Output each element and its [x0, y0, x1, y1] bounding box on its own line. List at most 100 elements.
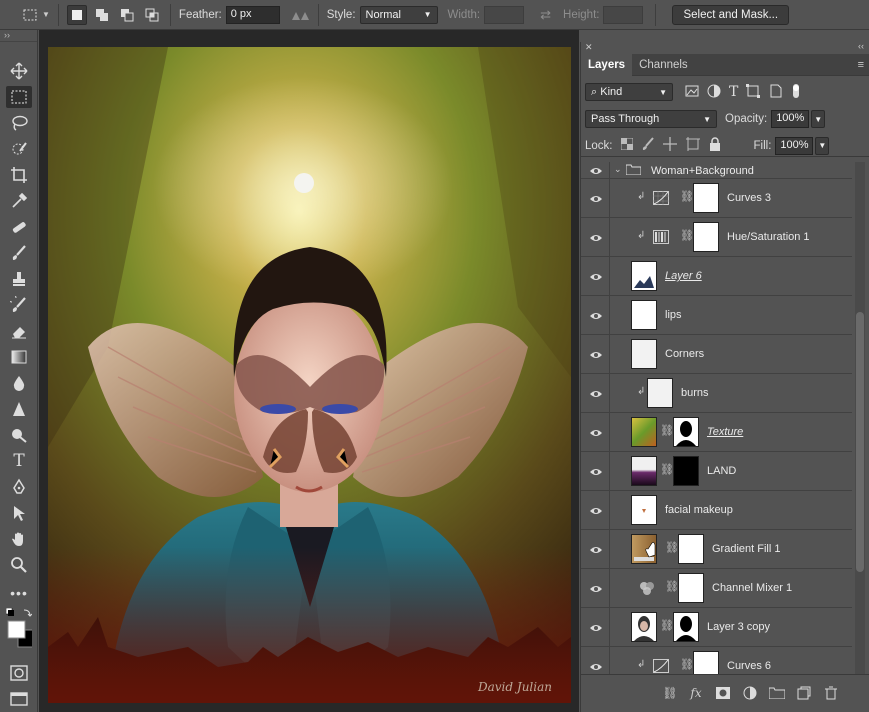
lock-position-icon[interactable] — [662, 137, 677, 154]
layers-scrollbar[interactable] — [855, 162, 865, 674]
layer-style-fx-icon[interactable]: fx — [687, 685, 705, 701]
layer-row[interactable]: ↲ ⛓ Hue/Saturation 1 — [581, 218, 852, 257]
gradient-tool-icon[interactable] — [6, 346, 32, 368]
adjustment-filter-icon[interactable] — [707, 84, 721, 101]
scrollbar-thumb[interactable] — [856, 312, 864, 572]
chevron-down-icon[interactable]: ⌄ — [614, 164, 622, 175]
layer-mask-thumbnail[interactable] — [673, 612, 699, 642]
crop-tool-icon[interactable] — [6, 164, 32, 186]
add-to-selection-icon[interactable] — [92, 5, 112, 25]
lock-transparency-icon[interactable] — [620, 137, 633, 153]
pixel-filter-icon[interactable] — [685, 85, 699, 100]
document-canvas[interactable]: David Julian — [39, 30, 579, 712]
tab-channels[interactable]: Channels — [632, 54, 695, 76]
visibility-eye-icon[interactable] — [589, 350, 603, 360]
screen-mode-icon[interactable] — [6, 688, 32, 710]
lock-artboard-icon[interactable] — [685, 137, 700, 154]
layer-row[interactable]: lips — [581, 296, 852, 335]
collapse-panel-icon[interactable]: ‹‹ — [858, 41, 864, 51]
layer-thumbnail[interactable] — [647, 378, 673, 408]
link-icon[interactable]: ⛓ — [665, 541, 679, 554]
type-tool-icon[interactable]: T — [6, 450, 32, 472]
visibility-eye-icon[interactable] — [589, 623, 603, 633]
path-selection-tool-icon[interactable] — [6, 502, 32, 524]
layer-thumbnail[interactable] — [631, 300, 657, 330]
eyedropper-tool-icon[interactable] — [6, 190, 32, 212]
layer-mask-thumbnail[interactable] — [678, 573, 704, 603]
layer-row[interactable]: Corners — [581, 335, 852, 374]
layer-row[interactable]: ↲ ⛓ Curves 3 — [581, 179, 852, 218]
layer-thumbnail[interactable] — [631, 261, 657, 291]
tab-layers[interactable]: Layers — [581, 54, 633, 76]
dodge-tool-icon[interactable] — [6, 424, 32, 446]
layer-row[interactable]: ↲ ⛓ Curves 6 — [581, 647, 852, 674]
filter-toggle-icon[interactable] — [790, 82, 802, 103]
fill-dropdown[interactable]: ▼ — [815, 136, 830, 155]
layer-mask-thumbnail[interactable] — [693, 183, 719, 213]
color-swatches[interactable] — [6, 608, 32, 656]
layer-thumbnail[interactable] — [631, 417, 657, 447]
pen-tool-icon[interactable] — [6, 476, 32, 498]
layer-row[interactable]: facial makeup — [581, 491, 852, 530]
visibility-eye-icon[interactable] — [589, 389, 603, 399]
link-icon[interactable]: ⛓ — [660, 463, 674, 476]
visibility-eye-icon[interactable] — [589, 428, 603, 438]
layer-mask-thumbnail[interactable] — [693, 222, 719, 252]
layer-row[interactable]: Layer 6 — [581, 257, 852, 296]
visibility-eye-icon[interactable] — [589, 506, 603, 516]
visibility-eye-icon[interactable] — [589, 311, 603, 321]
width-input[interactable] — [484, 5, 525, 24]
quick-selection-tool-icon[interactable] — [6, 138, 32, 160]
swap-dimensions-icon[interactable]: ⇄ — [540, 7, 551, 23]
fill-input[interactable]: 100% — [775, 136, 814, 155]
layer-thumbnail[interactable] — [631, 456, 657, 486]
blur-tool-icon[interactable] — [6, 372, 32, 394]
healing-brush-tool-icon[interactable] — [6, 216, 32, 238]
sharpen-tool-icon[interactable] — [6, 398, 32, 420]
select-and-mask-button[interactable]: Select and Mask... — [672, 4, 790, 25]
hand-tool-icon[interactable] — [6, 528, 32, 550]
move-tool-icon[interactable] — [6, 60, 32, 82]
feather-input[interactable]: 0 px — [225, 5, 280, 24]
visibility-eye-icon[interactable] — [589, 233, 603, 243]
rectangular-marquee-tool-icon[interactable] — [6, 86, 32, 108]
opacity-dropdown[interactable]: ▼ — [811, 110, 826, 128]
add-mask-icon[interactable] — [714, 685, 732, 701]
more-tools-icon[interactable]: ••• — [6, 582, 32, 604]
anti-alias-icon[interactable] — [290, 5, 310, 25]
visibility-eye-icon[interactable] — [589, 194, 603, 204]
link-icon[interactable]: ⛓ — [680, 190, 694, 203]
visibility-eye-icon[interactable] — [589, 166, 603, 176]
marquee-preset-icon[interactable] — [20, 5, 40, 25]
layer-mask-thumbnail[interactable] — [678, 534, 704, 564]
visibility-eye-icon[interactable] — [589, 272, 603, 282]
smart-object-filter-icon[interactable] — [768, 84, 782, 101]
link-layers-icon[interactable]: ⛓ — [661, 685, 679, 701]
clone-stamp-tool-icon[interactable] — [6, 268, 32, 290]
visibility-eye-icon[interactable] — [589, 662, 603, 672]
subtract-from-selection-icon[interactable] — [117, 5, 137, 25]
layer-mask-thumbnail[interactable] — [673, 417, 699, 447]
layer-row[interactable]: ⛓ Channel Mixer 1 — [581, 569, 852, 608]
brush-tool-icon[interactable] — [6, 242, 32, 264]
zoom-tool-icon[interactable] — [6, 554, 32, 576]
link-icon[interactable]: ⛓ — [680, 229, 694, 242]
blend-mode-select[interactable]: Pass Through ▼ — [585, 110, 717, 128]
lock-all-icon[interactable] — [709, 137, 721, 154]
history-brush-tool-icon[interactable] — [6, 294, 32, 316]
quick-mask-icon[interactable] — [6, 662, 32, 684]
link-icon[interactable]: ⛓ — [665, 580, 679, 593]
new-selection-icon[interactable] — [66, 4, 87, 25]
lock-pixels-icon[interactable] — [642, 137, 654, 154]
layer-thumbnail[interactable] — [631, 339, 657, 369]
delete-layer-icon[interactable] — [822, 685, 840, 701]
layer-row[interactable]: ⛓ Texture — [581, 413, 852, 452]
visibility-eye-icon[interactable] — [589, 467, 603, 477]
style-select[interactable]: Normal ▼ — [359, 5, 438, 24]
panel-menu-icon[interactable]: ≡ — [858, 54, 864, 75]
layer-mask-thumbnail[interactable] — [693, 651, 719, 674]
visibility-eye-icon[interactable] — [589, 584, 603, 594]
close-panel-icon[interactable]: ✕ — [585, 42, 593, 53]
chevron-down-icon[interactable]: ▼ — [42, 10, 50, 19]
layer-row[interactable]: ⛓ LAND — [581, 452, 852, 491]
